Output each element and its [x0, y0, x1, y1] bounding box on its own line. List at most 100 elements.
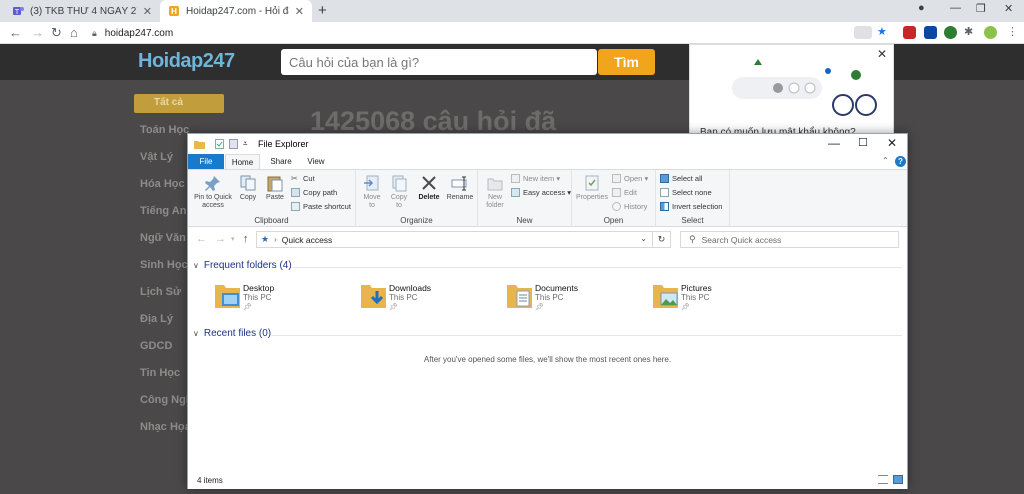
group-label: New	[516, 216, 533, 225]
extension-icon[interactable]	[944, 26, 957, 39]
new-item-button[interactable]: New item ▾	[511, 174, 560, 183]
folder-item-desktop[interactable]: Desktop This PC 📌︎	[214, 281, 354, 315]
category-all[interactable]: Tất cả	[134, 94, 224, 113]
address-bar[interactable]: ★ › Quick access ⌄	[256, 231, 653, 248]
recent-locations-icon[interactable]: ▾	[231, 235, 235, 243]
pin-to-quick-access-button[interactable]: Pin to Quick access	[190, 174, 236, 210]
new-folder-quick-icon[interactable]	[229, 139, 238, 149]
open-button[interactable]: Open ▾	[612, 174, 648, 183]
password-popup: ✕ Bạn có muốn lưu mật khẩu không?	[689, 44, 894, 138]
browser-tab-hoidap247[interactable]: H Hoidap247.com - Hỏi đáp bài tập ✕	[160, 0, 312, 22]
category-item[interactable]: Hóa Học	[140, 178, 185, 190]
close-tab-icon[interactable]: ✕	[143, 5, 152, 18]
customize-quick-access-icon[interactable]: ⩡	[243, 139, 248, 149]
refresh-button[interactable]: ↻	[653, 231, 671, 248]
folder-item-downloads[interactable]: Downloads This PC 📌︎	[360, 281, 500, 315]
category-item[interactable]: Lịch Sử	[140, 286, 181, 298]
breadcrumb[interactable]: Quick access	[282, 235, 333, 245]
category-item[interactable]: Sinh Học	[140, 259, 188, 271]
group-label: Select	[681, 216, 704, 225]
svg-text:H: H	[171, 7, 177, 16]
forward-icon[interactable]: →	[215, 233, 226, 245]
select-none-button[interactable]: Select none	[660, 188, 712, 197]
recent-files-header[interactable]: ∨ Recent files (0)	[193, 328, 271, 339]
chevron-down-icon[interactable]: ∨	[193, 261, 199, 270]
forward-icon[interactable]: →	[31, 25, 44, 40]
copy-button[interactable]: Copy	[236, 174, 260, 202]
minimize-icon[interactable]: —	[950, 2, 961, 14]
close-icon[interactable]: ✕	[887, 136, 897, 150]
window-title: File Explorer	[258, 139, 309, 149]
new-tab-button[interactable]: +	[318, 2, 327, 19]
back-icon[interactable]: ←	[196, 233, 207, 245]
close-window-icon[interactable]: ✕	[1004, 2, 1013, 15]
open-icon	[612, 174, 621, 183]
site-search-button[interactable]: Tìm	[598, 49, 655, 75]
copy-path-icon	[291, 188, 300, 197]
category-item[interactable]: Tiếng Anh	[140, 205, 193, 217]
cut-button[interactable]: ✂ Cut	[291, 174, 315, 183]
new-folder-button[interactable]: New folder	[482, 174, 508, 210]
category-item[interactable]: Địa Lý	[140, 313, 173, 325]
tab-share[interactable]: Share	[266, 154, 296, 169]
tab-view[interactable]: View	[301, 154, 331, 169]
navigation-bar: ← → ▾ ↑ ★ › Quick access ⌄ ↻ ⚲ Search Qu…	[188, 227, 907, 253]
reload-icon[interactable]: ↻	[51, 25, 62, 41]
extension-icon[interactable]	[924, 26, 937, 39]
tab-title: (3) TKB THỨ 4 NGÀY 27/10 ( SIN	[30, 5, 137, 17]
avatar[interactable]	[984, 26, 997, 39]
puzzle-icon[interactable]: ✱	[964, 26, 977, 39]
folder-item-documents[interactable]: Documents This PC 📌︎	[506, 281, 646, 315]
category-item[interactable]: Vật Lý	[140, 151, 173, 163]
history-button[interactable]: History	[612, 202, 647, 211]
category-item[interactable]: Nhạc Họa	[140, 421, 191, 433]
chevron-down-icon[interactable]: ∨	[193, 329, 199, 338]
bookmark-star-icon[interactable]: ★	[877, 26, 890, 39]
extension-icon[interactable]	[903, 26, 916, 39]
site-search-input[interactable]: Câu hỏi của bạn là gì?	[281, 49, 597, 75]
easy-access-button[interactable]: Easy access ▾	[511, 188, 571, 197]
search-input[interactable]: ⚲ Search Quick access	[680, 231, 899, 248]
browser-tab-tkb[interactable]: T (3) TKB THỨ 4 NGÀY 27/10 ( SIN ✕	[4, 0, 160, 22]
pin-icon	[205, 176, 220, 191]
select-all-button[interactable]: Select all	[660, 174, 702, 183]
category-item[interactable]: Ngữ Văn	[140, 232, 186, 244]
paste-shortcut-button[interactable]: Paste shortcut	[291, 202, 351, 211]
tab-home[interactable]: Home	[225, 154, 260, 169]
invert-selection-button[interactable]: Invert selection	[660, 202, 722, 211]
move-to-button[interactable]: Move to	[360, 174, 384, 210]
copy-to-button[interactable]: Copy to	[387, 174, 411, 210]
back-icon[interactable]: ←	[9, 25, 22, 40]
paste-button[interactable]: Paste	[262, 174, 288, 202]
help-icon[interactable]: ?	[895, 156, 906, 167]
rename-button[interactable]: Rename	[444, 174, 476, 202]
restore-icon[interactable]: ❐	[976, 2, 986, 15]
chevron-down-icon[interactable]: ⌄	[640, 234, 647, 243]
omnibox[interactable]: 🔒︎ hoidap247.com	[92, 25, 872, 41]
empty-recent-message: After you've opened some files, we'll sh…	[423, 355, 672, 364]
delete-button[interactable]: Delete	[416, 174, 442, 202]
category-item[interactable]: GDCD	[140, 340, 172, 352]
copy-path-button[interactable]: Copy path	[291, 188, 337, 197]
move-to-icon	[364, 175, 379, 191]
profile-menu-icon[interactable]: ●	[918, 2, 925, 14]
folder-item-pictures[interactable]: Pictures This PC 📌︎	[652, 281, 792, 315]
frequent-folders-header[interactable]: ∨ Frequent folders (4)	[193, 260, 292, 271]
category-item[interactable]: Toán Học	[140, 124, 189, 136]
properties-button[interactable]: Properties	[574, 174, 610, 202]
key-icon[interactable]	[854, 26, 872, 39]
site-logo[interactable]: Hoidap247	[138, 50, 235, 73]
edit-button[interactable]: Edit	[612, 188, 637, 197]
tab-file[interactable]: File	[188, 154, 224, 169]
details-view-icon[interactable]	[878, 475, 888, 484]
menu-icon[interactable]: ⋮	[1007, 26, 1020, 39]
close-tab-icon[interactable]: ✕	[295, 5, 304, 18]
home-icon[interactable]: ⌂	[70, 25, 78, 40]
minimize-icon[interactable]: —	[828, 136, 840, 150]
maximize-icon[interactable]: ☐	[858, 136, 868, 149]
large-icons-view-icon[interactable]	[893, 475, 903, 484]
category-item[interactable]: Tin Học	[140, 367, 180, 379]
up-icon[interactable]: ↑	[243, 233, 249, 245]
properties-quick-icon[interactable]	[215, 139, 224, 149]
collapse-ribbon-icon[interactable]: ⌃	[882, 156, 889, 165]
